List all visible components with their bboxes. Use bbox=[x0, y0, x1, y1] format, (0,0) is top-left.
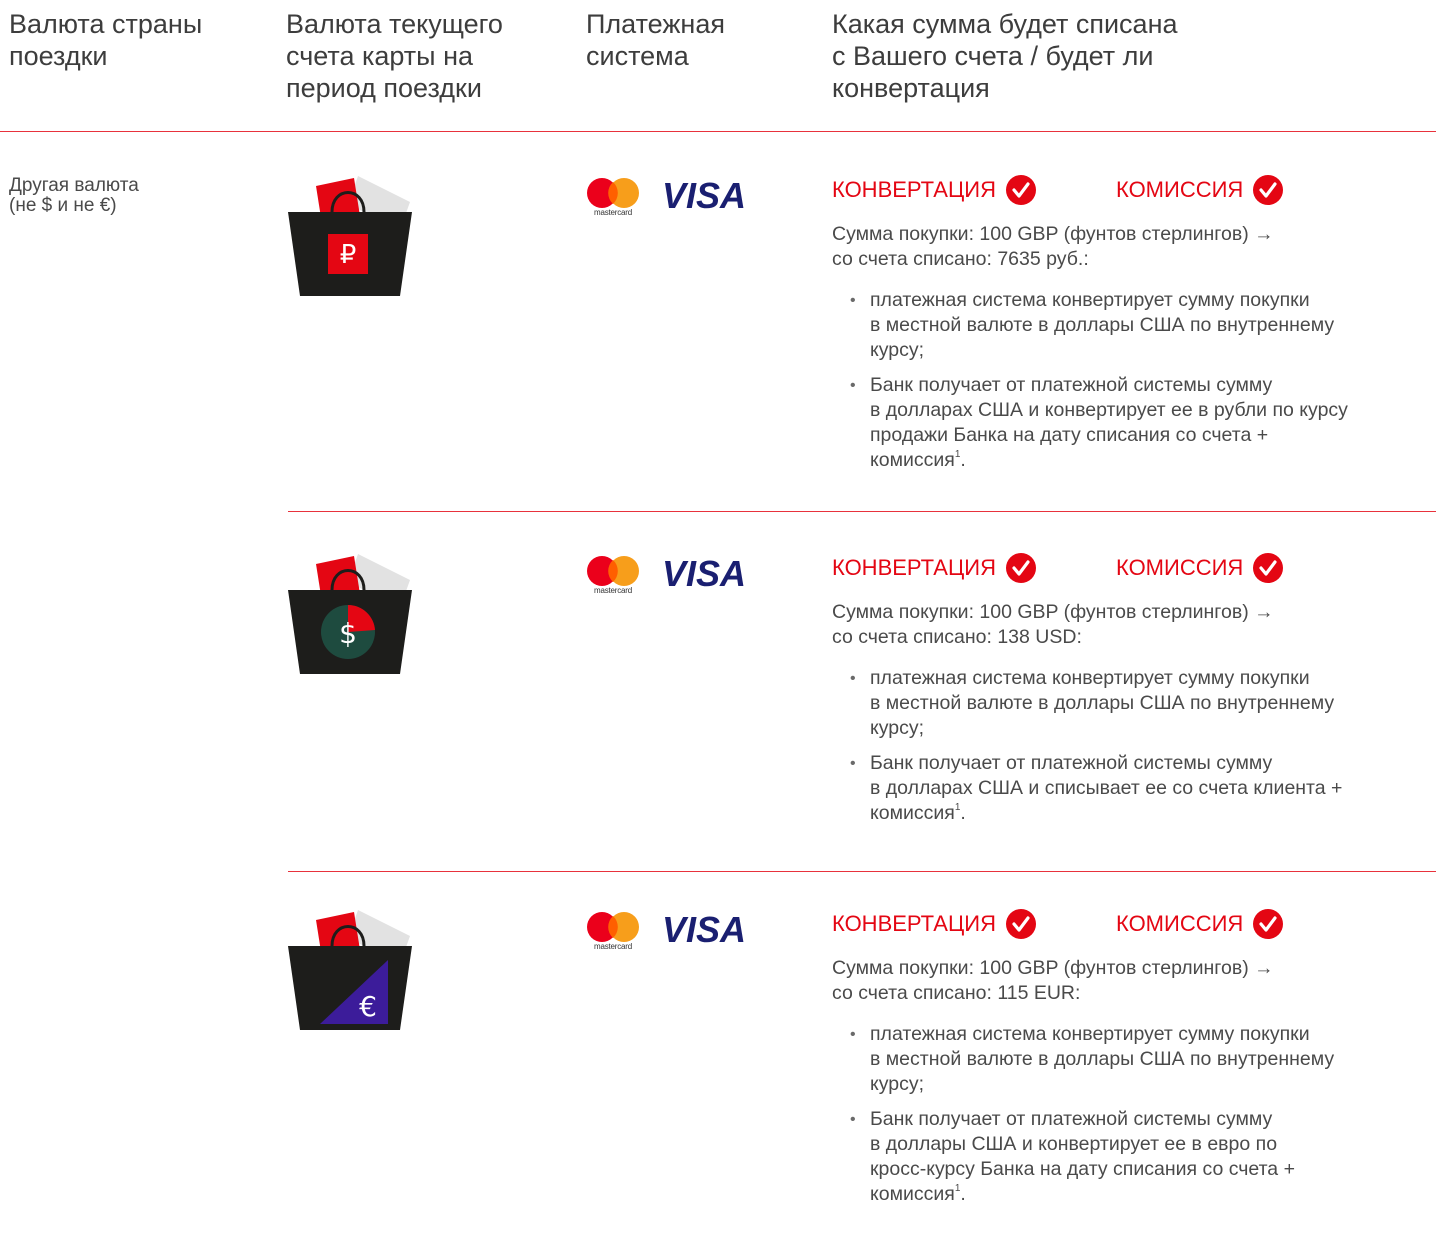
commission-label: КОМИССИЯ bbox=[1116, 555, 1244, 580]
visa-logo: VISA bbox=[662, 175, 747, 216]
commission-badge: КОМИССИЯ bbox=[1116, 550, 1284, 586]
payment-systems: mastercard VISA bbox=[586, 178, 756, 218]
conversion-label: КОНВЕРТАЦИЯ bbox=[832, 911, 996, 936]
trip-currency-other: Другая валюта (не $ и не €) bbox=[9, 175, 139, 216]
conversion-badge: КОНВЕРТАЦИЯ bbox=[832, 550, 1036, 586]
currency-symbol: ₽ bbox=[340, 240, 357, 270]
list-item: платежная система конвертирует сумму пок… bbox=[850, 666, 1430, 741]
purchase-summary: Сумма покупки: 100 GBP (фунтов стерлинго… bbox=[832, 222, 1392, 272]
list-item: Банк получает от платежной системы сумму… bbox=[850, 373, 1430, 473]
payment-systems: mastercard VISA bbox=[586, 912, 756, 952]
mastercard-label: mastercard bbox=[593, 586, 632, 595]
check-icon bbox=[1253, 175, 1284, 205]
header-trip-currency: Валюта страны поездки bbox=[9, 9, 203, 71]
debited-amount: со счета списано: 138 USD: bbox=[832, 626, 1082, 648]
header-card-currency: Валюта текущего счета карты на период по… bbox=[286, 9, 503, 103]
mastercard-icon bbox=[587, 912, 639, 942]
debited-amount: со счета списано: 7635 руб.: bbox=[832, 248, 1089, 270]
purchase-amount: Сумма покупки: 100 GBP (фунтов стерлинго… bbox=[832, 223, 1274, 245]
check-icon bbox=[1005, 553, 1036, 583]
purchase-summary: Сумма покупки: 100 GBP (фунтов стерлинго… bbox=[832, 600, 1392, 650]
mastercard-label: mastercard bbox=[593, 942, 632, 951]
check-icon bbox=[1253, 553, 1284, 583]
list-item: платежная система конвертирует сумму пок… bbox=[850, 288, 1430, 363]
euro-bag-icon: € bbox=[288, 910, 412, 1030]
conversion-label: КОНВЕРТАЦИЯ bbox=[832, 177, 996, 202]
ruble-bag-icon: ₽ bbox=[288, 176, 412, 296]
mastercard-icon bbox=[587, 556, 639, 586]
check-icon bbox=[1005, 175, 1036, 205]
purchase-summary: Сумма покупки: 100 GBP (фунтов стерлинго… bbox=[832, 956, 1392, 1006]
payment-systems: mastercard VISA bbox=[586, 556, 756, 596]
commission-label: КОМИССИЯ bbox=[1116, 911, 1244, 936]
commission-badge: КОМИССИЯ bbox=[1116, 906, 1284, 942]
header-debit-amount: Какая сумма будет списана с Вашего счета… bbox=[832, 9, 1178, 103]
currency-symbol: $ bbox=[339, 617, 357, 650]
explanation-list: платежная система конвертирует сумму пок… bbox=[850, 666, 1430, 836]
conversion-badge: КОНВЕРТАЦИЯ bbox=[832, 172, 1036, 208]
header-divider bbox=[0, 131, 1436, 132]
explanation-list: платежная система конвертирует сумму пок… bbox=[850, 288, 1430, 483]
visa-logo: VISA bbox=[662, 909, 747, 950]
header-payment-system: Платежная система bbox=[586, 9, 725, 71]
list-item: платежная система конвертирует сумму пок… bbox=[850, 1022, 1430, 1097]
conversion-badge: КОНВЕРТАЦИЯ bbox=[832, 906, 1036, 942]
dollar-bag-icon: $ bbox=[288, 554, 412, 674]
check-icon bbox=[1253, 909, 1284, 939]
purchase-amount: Сумма покупки: 100 GBP (фунтов стерлинго… bbox=[832, 601, 1274, 623]
mastercard-icon bbox=[587, 178, 639, 208]
conversion-label: КОНВЕРТАЦИЯ bbox=[832, 555, 996, 580]
commission-badge: КОМИССИЯ bbox=[1116, 172, 1284, 208]
row-divider bbox=[288, 511, 1436, 512]
debited-amount: со счета списано: 115 EUR: bbox=[832, 982, 1081, 1004]
check-icon bbox=[1005, 909, 1036, 939]
visa-logo: VISA bbox=[662, 553, 747, 594]
list-item: Банк получает от платежной системы сумму… bbox=[850, 751, 1430, 826]
explanation-list: платежная система конвертирует сумму пок… bbox=[850, 1022, 1430, 1217]
list-item: Банк получает от платежной системы сумму… bbox=[850, 1107, 1430, 1207]
commission-label: КОМИССИЯ bbox=[1116, 177, 1244, 202]
currency-symbol: € bbox=[359, 990, 377, 1023]
row-divider bbox=[288, 871, 1436, 872]
purchase-amount: Сумма покупки: 100 GBP (фунтов стерлинго… bbox=[832, 957, 1274, 979]
mastercard-label: mastercard bbox=[593, 208, 632, 217]
